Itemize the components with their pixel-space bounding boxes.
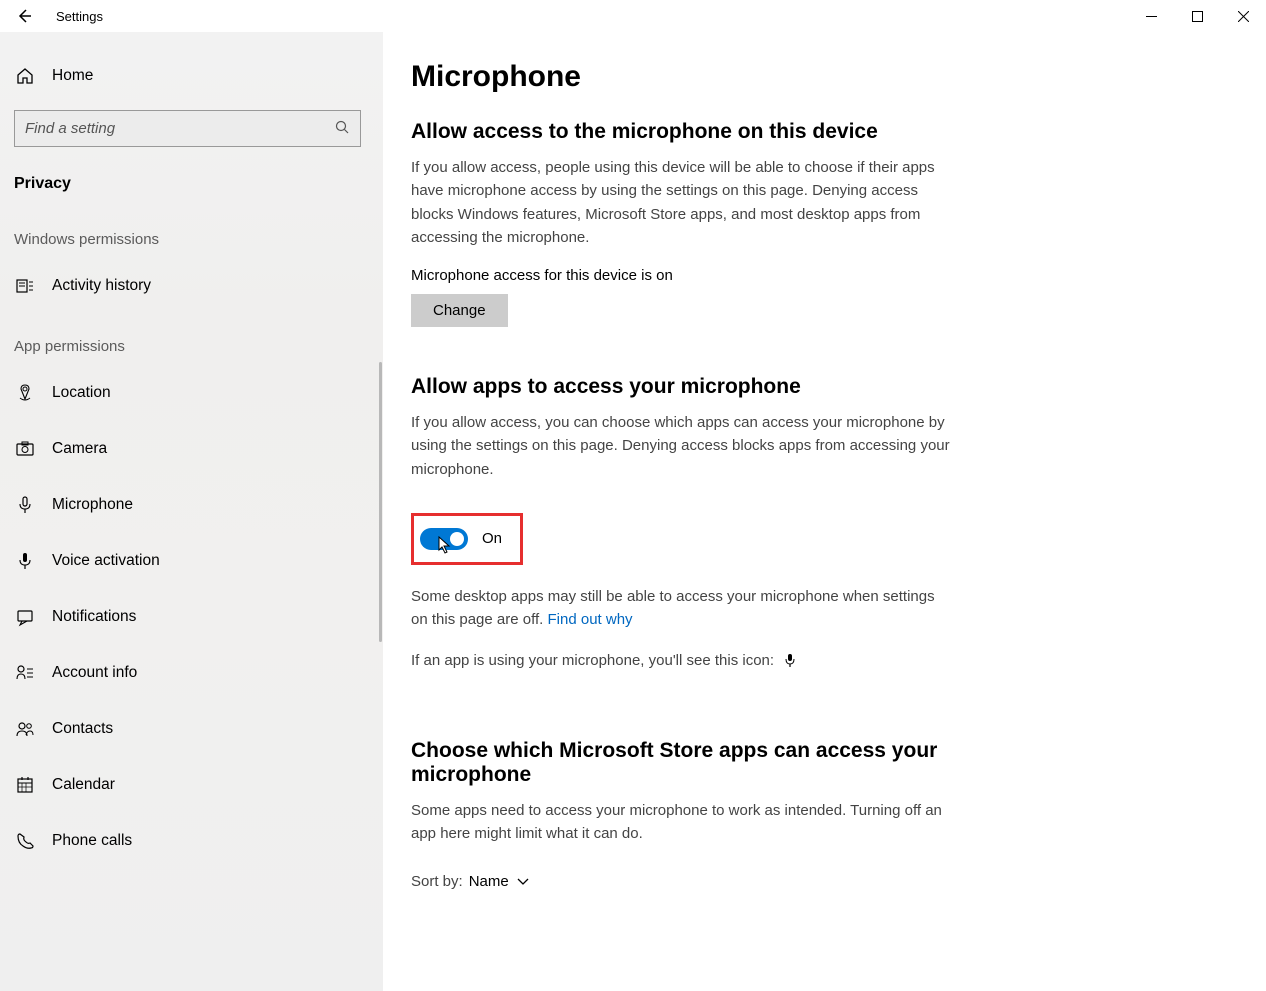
titlebar: Settings [0,0,1266,32]
home-nav[interactable]: Home [0,50,383,102]
nav-calendar[interactable]: Calendar [0,757,383,813]
find-out-why-link[interactable]: Find out why [548,611,633,628]
search-input[interactable] [25,120,335,137]
section3-desc: Some apps need to access your microphone… [411,799,951,846]
minimize-button[interactable] [1128,0,1174,32]
voice-activation-icon [13,551,37,571]
nav-label: Notifications [52,608,136,626]
camera-icon [13,439,37,459]
sidebar-scrollbar[interactable] [379,362,382,642]
nav-label: Camera [52,440,107,458]
location-icon [13,383,37,403]
back-button[interactable] [0,0,48,32]
home-label: Home [52,67,93,85]
section-header-windows-permissions: Windows permissions [0,207,383,258]
annotation-highlight: On [411,513,523,565]
sort-by-value: Name [469,873,509,890]
phone-icon [13,831,37,851]
arrow-left-icon [16,8,32,24]
section2-note1: Some desktop apps may still be able to a… [411,585,951,632]
allow-apps-toggle[interactable] [420,528,468,550]
section2-heading: Allow apps to access your microphone [411,375,1238,399]
nav-label: Activity history [52,277,151,295]
sort-by-dropdown[interactable]: Name [469,873,529,890]
nav-account-info[interactable]: Account info [0,645,383,701]
mic-access-status: Microphone access for this device is on [411,267,1238,284]
nav-camera[interactable]: Camera [0,421,383,477]
allow-apps-toggle-row: On [411,513,523,565]
account-info-icon [13,663,37,683]
microphone-icon [13,495,37,515]
window-title: Settings [56,9,103,24]
nav-label: Location [52,384,111,402]
nav-notifications[interactable]: Notifications [0,589,383,645]
note2-text: If an app is using your microphone, you'… [411,652,774,669]
nav-label: Phone calls [52,832,132,850]
nav-contacts[interactable]: Contacts [0,701,383,757]
section1-heading: Allow access to the microphone on this d… [411,120,1238,144]
activity-history-icon [13,276,37,296]
contacts-icon [13,719,37,739]
chevron-down-icon [517,878,529,886]
nav-activity-history[interactable]: Activity history [0,258,383,314]
calendar-icon [13,775,37,795]
nav-label: Voice activation [52,552,160,570]
nav-label: Calendar [52,776,115,794]
section2-desc: If you allow access, you can choose whic… [411,411,951,481]
close-button[interactable] [1220,0,1266,32]
current-section-label: Privacy [0,157,383,207]
notifications-icon [13,607,37,627]
toggle-state-label: On [482,530,502,547]
sort-by-label: Sort by: [411,873,463,890]
section2-note2: If an app is using your microphone, you'… [411,649,951,672]
window-controls [1128,0,1266,32]
sidebar: Home Privacy Windows permissions Activit… [0,32,383,991]
nav-label: Contacts [52,720,113,738]
note1-text: Some desktop apps may still be able to a… [411,588,935,628]
page-title: Microphone [411,60,1238,94]
nav-label: Account info [52,664,137,682]
toggle-knob [450,532,464,546]
nav-location[interactable]: Location [0,365,383,421]
content-pane: Microphone Allow access to the microphon… [383,32,1266,991]
search-box[interactable] [14,110,361,147]
change-button[interactable]: Change [411,294,508,327]
sort-by-row: Sort by: Name [411,873,1238,890]
home-icon [13,66,37,86]
nav-voice-activation[interactable]: Voice activation [0,533,383,589]
section-header-app-permissions: App permissions [0,314,383,365]
section3-heading: Choose which Microsoft Store apps can ac… [411,739,951,787]
maximize-button[interactable] [1174,0,1220,32]
microphone-indicator-icon [784,654,796,671]
nav-phone-calls[interactable]: Phone calls [0,813,383,869]
nav-microphone[interactable]: Microphone [0,477,383,533]
section1-desc: If you allow access, people using this d… [411,156,951,249]
search-icon [335,120,350,138]
search-wrap [0,102,383,157]
nav-label: Microphone [52,496,133,514]
